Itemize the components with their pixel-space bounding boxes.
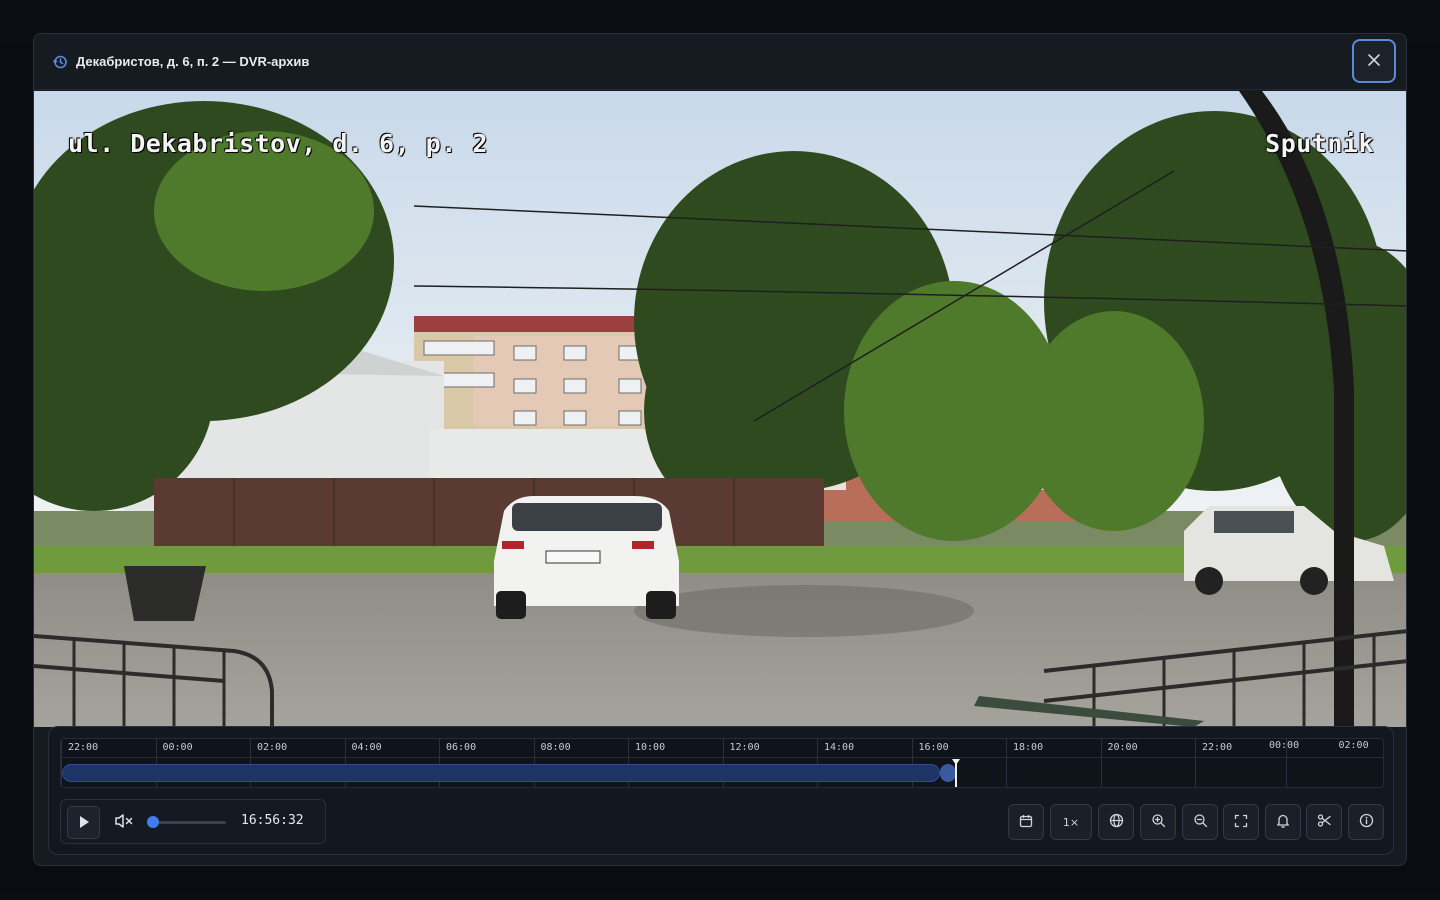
play-button[interactable] [67,806,100,839]
timeline-tick: 20:00 [1100,739,1138,787]
archive-timeline[interactable]: 02:00 22:00 20:00 18:00 16:00 14:00 12:00 10:00… [60,738,1384,788]
timeline-tick-label: 22:00 [1202,742,1233,753]
zoom-in-icon [1151,813,1166,832]
scissors-icon [1317,813,1332,832]
timeline-tick-label: 12:00 [729,742,760,753]
camera-video[interactable]: ul. Dekabristov, d. 6, p. 2 Sputnik [34,91,1406,727]
volume-slider-track[interactable] [152,821,226,824]
play-icon [79,813,89,832]
timeline-tick: 22:00 [61,739,98,787]
timeline-tick-label: 18:00 [1013,742,1044,753]
info-icon [1359,813,1374,832]
dvr-archive-modal: Декабристов, д. 6, п. 2 — DVR-архив ul. … [33,33,1407,866]
calendar-button[interactable] [1008,804,1044,840]
calendar-icon [1019,813,1033,832]
timeline-tick: 18:00 [1006,739,1043,787]
playback-speed-button[interactable]: 1× [1050,804,1092,840]
volume-muted-icon [114,813,134,833]
zoom-out-button[interactable] [1182,804,1218,840]
playhead[interactable] [955,759,957,787]
camera-frame [34,91,1406,727]
zoom-in-button[interactable] [1140,804,1176,840]
timeline-tick-label: 02:00 [1338,740,1369,751]
timeline-label-extra: 00:00 [1269,740,1300,751]
clip-button[interactable] [1306,804,1342,840]
close-icon [1367,52,1381,71]
timeline-tick-label: 08:00 [540,742,571,753]
info-button[interactable] [1348,804,1384,840]
playback-speed-label: 1× [1062,815,1080,829]
modal-header: Декабристов, д. 6, п. 2 — DVR-архив [34,34,1406,90]
globe-icon [1109,813,1124,832]
archive-range-bar[interactable] [62,764,940,782]
timeline-tick-label: 04:00 [351,742,382,753]
timeline-tick-label: 02:00 [257,742,288,753]
mute-button[interactable] [111,810,137,836]
player-group: 16:56:32 [60,799,326,844]
timeline-divider [61,757,1383,758]
modal-title: Декабристов, д. 6, п. 2 — DVR-архив [76,54,310,69]
timezone-button[interactable] [1098,804,1134,840]
camera-osd-brand: Sputnik [1265,129,1374,158]
volume-slider-knob[interactable] [147,816,159,828]
camera-osd-address: ul. Dekabristov, d. 6, p. 2 [68,129,488,158]
timeline-tick-label: 10:00 [635,742,666,753]
bell-icon [1276,813,1290,832]
history-icon [52,54,68,70]
timeline-tick: 22:00 [1195,739,1232,787]
archive-range-end [940,764,956,782]
timeline-tick-label: 20:00 [1107,742,1138,753]
timeline-tick-label: 14:00 [824,742,855,753]
playback-controls: 02:00 22:00 20:00 18:00 16:00 14:00 12:00 10:00… [48,726,1394,855]
timeline-tick-label: 00:00 [162,742,193,753]
current-time: 16:56:32 [241,813,304,828]
close-button[interactable] [1352,39,1396,83]
fullscreen-icon [1234,813,1248,832]
timeline-tick-label: 22:00 [68,742,99,753]
timeline-tick-label: 16:00 [918,742,949,753]
fullscreen-button[interactable] [1223,804,1259,840]
notifications-button[interactable] [1265,804,1301,840]
timeline-tick-label: 06:00 [446,742,477,753]
zoom-out-icon [1193,813,1208,832]
